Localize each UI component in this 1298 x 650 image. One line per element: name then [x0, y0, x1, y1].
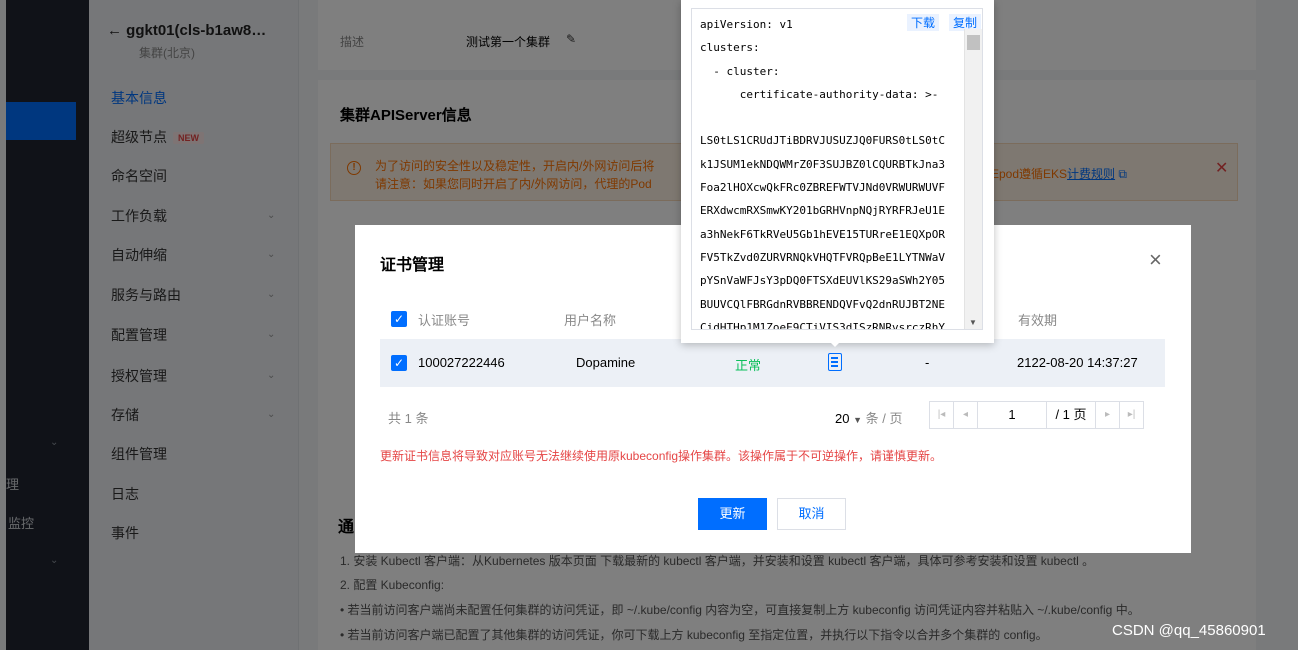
username-cell: Dopamine: [576, 355, 636, 370]
kubeconfig-popover: apiVersion: v1 clusters: - cluster: cert…: [681, 0, 994, 347]
update-button[interactable]: 更新: [698, 498, 767, 530]
screen: ⌄ 理 监控 ⌄ ← ggkt01(cls-b1aw8… 集群(北京) 基本信息…: [0, 0, 1298, 650]
account-cell: 100027222446: [418, 355, 505, 370]
dash-cell: -: [925, 355, 930, 370]
first-page-icon[interactable]: |◂: [929, 401, 954, 429]
update-warning-text: 更新证书信息将导致对应账号无法继续使用原kubeconfig操作集群。该操作属于…: [380, 449, 943, 463]
column-header-account: 认证账号: [418, 313, 471, 328]
page-input[interactable]: 1: [977, 401, 1047, 429]
total-count: 共 1 条: [388, 411, 429, 426]
last-page-icon[interactable]: ▸|: [1119, 401, 1144, 429]
popover-arrow: [829, 341, 841, 347]
pagination: 共 1 条 20 ▼ 条 / 页 |◂ ◂ 1 / 1 页 ▸ ▸|: [380, 401, 1165, 431]
page-size-unit: 条 / 页: [865, 411, 903, 426]
column-header-expiry: 有效期: [1018, 313, 1058, 328]
page-size-value: 20: [835, 411, 850, 426]
kubeconfig-content: apiVersion: v1 clusters: - cluster: cert…: [700, 18, 946, 330]
expiry-cell: 2122-08-20 14:37:27: [1017, 355, 1138, 370]
prev-page-icon[interactable]: ◂: [953, 401, 978, 429]
table-row: ✓ 100027222446 Dopamine 正常 - 2122-08-20 …: [380, 339, 1165, 387]
close-icon[interactable]: ×: [1149, 249, 1162, 271]
scrollbar-thumb[interactable]: [967, 35, 980, 50]
cancel-button[interactable]: 取消: [777, 498, 846, 530]
document-icon[interactable]: [828, 353, 842, 371]
dialog-title: 证书管理: [380, 257, 445, 274]
column-header-username: 用户名称: [564, 313, 617, 328]
caret-down-icon: ▼: [853, 415, 863, 425]
page-size-select[interactable]: 20 ▼ 条 / 页: [835, 408, 902, 427]
scroll-down-icon[interactable]: ▼: [969, 318, 977, 327]
download-button[interactable]: 下载: [907, 14, 940, 31]
watermark: CSDN @qq_45860901: [1112, 622, 1266, 639]
status-cell: 正常: [735, 358, 762, 373]
kubeconfig-textarea[interactable]: apiVersion: v1 clusters: - cluster: cert…: [691, 8, 983, 330]
next-page-icon[interactable]: ▸: [1095, 401, 1120, 429]
scrollbar[interactable]: ▼: [964, 29, 982, 329]
row-checkbox[interactable]: ✓: [391, 355, 407, 371]
page-total: / 1 页: [1046, 401, 1096, 429]
select-all-checkbox[interactable]: ✓: [391, 311, 407, 327]
